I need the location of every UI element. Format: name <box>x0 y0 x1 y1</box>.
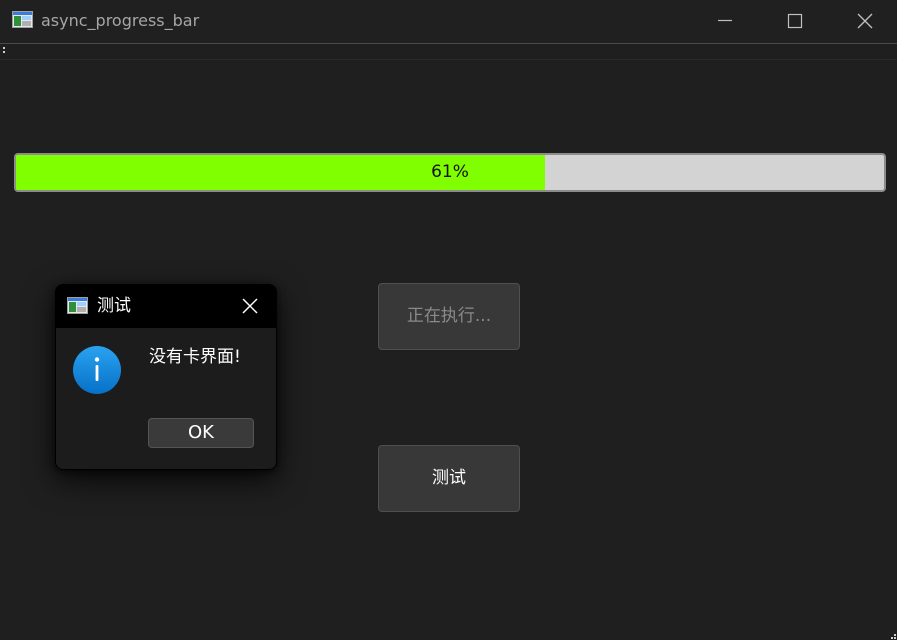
dialog-title-bar[interactable]: 测试 <box>56 285 276 328</box>
app-window-icon <box>67 297 88 314</box>
minimize-button[interactable] <box>690 0 760 43</box>
title-bar[interactable]: async_progress_bar <box>0 0 897 43</box>
close-icon <box>234 298 266 326</box>
menubar-divider <box>0 43 897 44</box>
progress-bar: 61% <box>14 153 886 192</box>
app-window-icon <box>12 11 33 28</box>
progress-label: 61% <box>431 162 469 182</box>
menubar-bottom-divider <box>0 59 897 60</box>
dialog-title: 测试 <box>97 296 131 316</box>
test-button[interactable]: 测试 <box>378 445 520 512</box>
main-window: async_progress_bar 61% 正在执行... 测试 测试 没有卡… <box>0 0 897 640</box>
resize-grip-icon[interactable] <box>886 629 896 639</box>
menubar-grip-icon <box>3 46 6 54</box>
running-button[interactable]: 正在执行... <box>378 283 520 350</box>
ok-button[interactable]: OK <box>148 418 254 448</box>
close-button[interactable] <box>830 0 897 43</box>
message-dialog: 测试 没有卡界面! OK <box>55 284 277 470</box>
maximize-button[interactable] <box>760 0 830 43</box>
dialog-close-button[interactable] <box>234 292 266 322</box>
info-icon <box>72 345 122 395</box>
window-title: async_progress_bar <box>41 11 200 30</box>
dialog-message: 没有卡界面! <box>149 347 241 367</box>
